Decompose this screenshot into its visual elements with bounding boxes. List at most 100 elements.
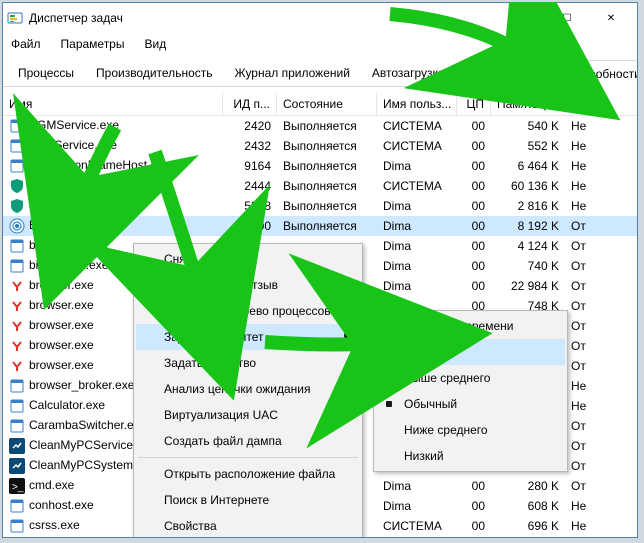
tab-appjournal[interactable]: Журнал приложений	[224, 59, 361, 86]
proc-user: Dima	[377, 239, 457, 253]
proc-vi: От	[565, 299, 597, 313]
proc-name: AGMService.exe	[29, 118, 119, 132]
prio-normal-label: Обычный	[404, 397, 457, 411]
proc-mem: 740 K	[491, 259, 565, 273]
proc-name: ApplicationFrameHost.exe	[29, 158, 170, 172]
proc-pid: 9000	[223, 219, 277, 233]
process-icon	[9, 258, 25, 274]
proc-name: AGSService.exe	[29, 138, 117, 152]
process-icon	[9, 338, 25, 354]
prio-realtime[interactable]: Реального времени	[376, 313, 565, 339]
prio-below-normal[interactable]: Ниже среднего	[376, 417, 565, 443]
ctx-search-web[interactable]: Поиск в Интернете	[136, 487, 360, 513]
ctx-set-affinity[interactable]: Задать сходство	[136, 350, 360, 376]
col-cpu[interactable]: ЦП	[457, 93, 491, 115]
maximize-button[interactable]: ☐	[545, 4, 589, 32]
proc-vi: От	[565, 359, 597, 373]
proc-cpu: 00	[457, 119, 491, 133]
ctx-uac-virt[interactable]: Виртуализация UAC	[136, 402, 360, 428]
proc-name: Calculator.exe	[29, 398, 105, 412]
proc-vi: От	[565, 459, 597, 473]
tab-details[interactable]: Подробности	[556, 60, 638, 87]
proc-pid: 9164	[223, 159, 277, 173]
process-icon	[9, 238, 25, 254]
proc-vi: От	[565, 239, 597, 253]
ctx-properties[interactable]: Свойства	[136, 513, 360, 538]
proc-vi: От	[565, 319, 597, 333]
process-icon	[9, 438, 25, 454]
tab-performance[interactable]: Производительность	[85, 59, 223, 86]
process-row[interactable]: AGSService.exe2432ВыполняетсяСИСТЕМА0055…	[3, 136, 637, 156]
prio-above-normal[interactable]: Выше среднего	[376, 365, 565, 391]
tab-users[interactable]: Пользователи	[456, 59, 556, 86]
proc-mem: 696 K	[491, 519, 565, 533]
task-manager-window: Диспетчер задач — ☐ ✕ Файл Параметры Вид…	[2, 2, 638, 538]
ctx-separator	[138, 457, 358, 458]
col-name[interactable]: Имя	[3, 93, 223, 115]
proc-status: Выполняется	[277, 119, 377, 133]
ctx-end-tree[interactable]: Завершить дерево процессов	[136, 298, 360, 324]
process-row[interactable]: AGMService.exe2420ВыполняетсяСИСТЕМА0054…	[3, 116, 637, 136]
proc-status: Выполняется	[277, 179, 377, 193]
proc-cpu: 00	[457, 199, 491, 213]
proc-user: СИСТЕМА	[377, 119, 457, 133]
proc-mem: 22 984 K	[491, 279, 565, 293]
proc-name: BitTorrent.exe	[29, 218, 103, 232]
close-button[interactable]: ✕	[589, 4, 633, 32]
proc-vi: Не	[565, 159, 597, 173]
ctx-open-location[interactable]: Открыть расположение файла	[136, 461, 360, 487]
menu-options[interactable]: Параметры	[59, 35, 135, 53]
tab-startup[interactable]: Автозагрузка	[361, 59, 456, 86]
proc-pid: 2420	[223, 119, 277, 133]
proc-name: conhost.exe	[29, 498, 94, 512]
proc-vi: Не	[565, 519, 597, 533]
process-row[interactable]: avp.exe2444ВыполняетсяСИСТЕМА0060 136 KН…	[3, 176, 637, 196]
window-title: Диспетчер задач	[29, 11, 501, 25]
proc-name: CarambaSwitcher.exe	[29, 418, 146, 432]
col-user[interactable]: Имя польз...	[377, 93, 457, 115]
svg-text:>_: >_	[12, 482, 24, 493]
proc-user: СИСТЕМА	[377, 179, 457, 193]
proc-name: browser.exe	[29, 358, 94, 372]
proc-cpu: 00	[457, 219, 491, 233]
process-icon	[9, 518, 25, 534]
col-pid[interactable]: ИД п...	[223, 93, 277, 115]
col-vi[interactable]: Ви...	[565, 93, 597, 115]
proc-mem: 608 K	[491, 499, 565, 513]
proc-status: Выполняется	[277, 139, 377, 153]
process-row[interactable]: ApplicationFrameHost.exe9164ВыполняетсяD…	[3, 156, 637, 176]
process-icon	[9, 138, 25, 154]
proc-status: Выполняется	[277, 219, 377, 233]
prio-low[interactable]: Низкий	[376, 443, 565, 469]
process-icon	[9, 278, 25, 294]
menu-view[interactable]: Вид	[142, 35, 176, 53]
proc-pid: 2432	[223, 139, 277, 153]
tab-processes[interactable]: Процессы	[7, 59, 85, 86]
minimize-button[interactable]: —	[501, 4, 545, 32]
process-icon	[9, 498, 25, 514]
proc-vi: От	[565, 279, 597, 293]
ctx-feedback[interactable]: Предоставить отзыв	[136, 272, 360, 298]
proc-vi: Не	[565, 499, 597, 513]
process-icon	[9, 178, 25, 194]
proc-user: Dima	[377, 279, 457, 293]
process-row[interactable]: avpui.exe5308ВыполняетсяDima002 816 KНе	[3, 196, 637, 216]
proc-name: avpui.exe	[29, 198, 80, 212]
proc-status: Выполняется	[277, 199, 377, 213]
ctx-create-dump[interactable]: Создать файл дампа	[136, 428, 360, 454]
proc-vi: От	[565, 219, 597, 233]
process-row[interactable]: BitTorrent.exe9000ВыполняетсяDima008 192…	[3, 216, 637, 236]
col-mem[interactable]: Память (а...	[491, 93, 565, 115]
ctx-end-task[interactable]: Снять задачу	[136, 246, 360, 272]
proc-mem: 280 K	[491, 479, 565, 493]
col-status[interactable]: Состояние	[277, 93, 377, 115]
prio-high[interactable]: Высокий	[376, 339, 565, 365]
process-icon	[9, 158, 25, 174]
proc-mem: 8 192 K	[491, 219, 565, 233]
ctx-analyze-chain[interactable]: Анализ цепочки ожидания	[136, 376, 360, 402]
proc-user: Dima	[377, 199, 457, 213]
prio-normal[interactable]: Обычный	[376, 391, 565, 417]
ctx-set-priority[interactable]: Задать приоритет ▶	[136, 324, 360, 350]
proc-pid: 2444	[223, 179, 277, 193]
menu-file[interactable]: Файл	[9, 35, 51, 53]
